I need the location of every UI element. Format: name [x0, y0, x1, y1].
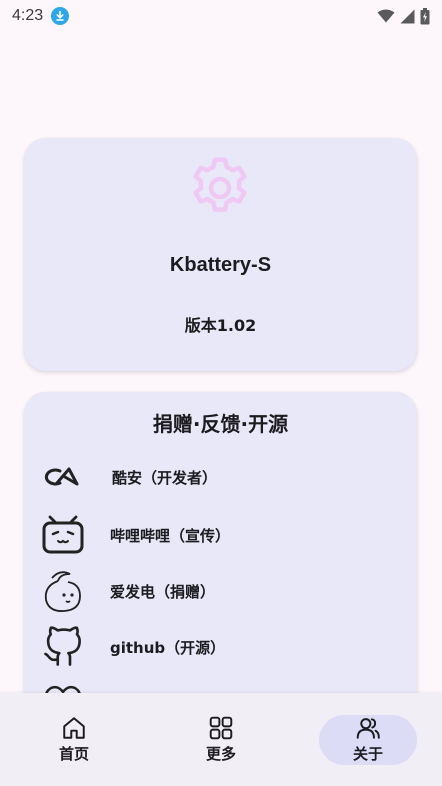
link-github-label: github（开源） [110, 638, 226, 657]
signal-icon [400, 9, 415, 23]
coolapk-icon [40, 454, 86, 500]
link-bilibili-label: 哔哩哔哩（宣传） [110, 526, 231, 545]
links-card-title: 捐赠·反馈·开源 [152, 412, 289, 436]
app-name: Kbattery-S [169, 254, 272, 276]
status-left: 4:23 [12, 7, 70, 25]
link-coolapk-label: 酷安（开发者） [112, 468, 218, 487]
link-bilibili[interactable]: 哔哩哔哩（宣传） [40, 510, 400, 560]
grid-icon [209, 716, 233, 740]
nav-about[interactable]: 关于 [319, 715, 417, 765]
status-right [377, 7, 430, 25]
download-icon [51, 7, 70, 25]
bottom-nav: 首页 更多 关于 [0, 693, 442, 786]
afdian-icon [40, 568, 86, 614]
nav-home-label: 首页 [58, 745, 89, 763]
links-card: 捐赠·反馈·开源 酷安（开发者） 哔哩哔哩（宣传） 爱发电（捐赠） github… [24, 392, 417, 722]
status-bar: 4:23 [0, 0, 442, 32]
people-icon [356, 718, 380, 739]
app-version: 版本1.02 [184, 316, 257, 335]
gear-icon [193, 157, 247, 212]
status-time: 4:23 [12, 7, 44, 24]
nav-more-label: 更多 [205, 745, 236, 763]
battery-charging-icon [420, 7, 430, 24]
link-github[interactable]: github（开源） [40, 622, 400, 672]
nav-home[interactable]: 首页 [25, 715, 123, 765]
about-card: Kbattery-S 版本1.02 [24, 138, 417, 371]
link-afdian-label: 爱发电（捐赠） [110, 582, 216, 601]
link-afdian[interactable]: 爱发电（捐赠） [40, 566, 400, 616]
github-icon [40, 624, 86, 670]
link-coolapk[interactable]: 酷安（开发者） [40, 452, 400, 502]
wifi-icon [377, 9, 395, 23]
nav-about-label: 关于 [352, 745, 383, 763]
home-icon [63, 717, 85, 739]
nav-more[interactable]: 更多 [172, 715, 270, 765]
bilibili-icon [40, 512, 86, 558]
